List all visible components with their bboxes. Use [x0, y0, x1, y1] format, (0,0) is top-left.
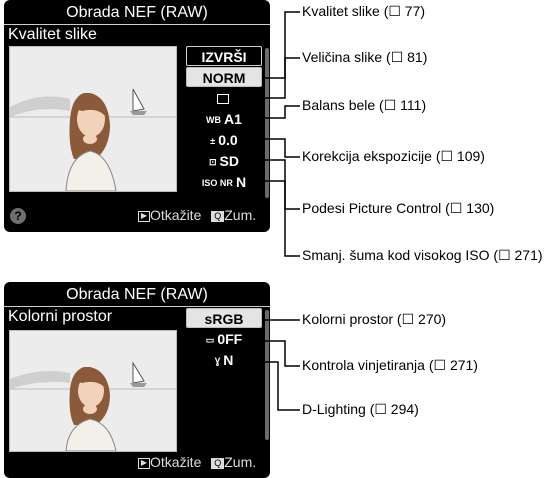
annotation-exposure-comp: Korekcija ekspozicije (☐ 109) [302, 148, 485, 164]
annotation-white-balance: Balans bele (☐ 111) [302, 97, 427, 113]
annotation-high-iso-nr: Smanj. šuma kod visokog ISO (☐ 271) [302, 247, 543, 263]
annotation-vignette-control: Kontrola vinjetiranja (☐ 271) [302, 357, 478, 373]
leader-lines [262, 11, 300, 411]
annotation-picture-control: Podesi Picture Control (☐ 130) [302, 200, 495, 216]
annotation-color-space: Kolorni prostor (☐ 270) [302, 311, 447, 327]
annotation-image-size: Veličina slike (☐ 81) [302, 49, 428, 65]
annotation-image-quality: Kvalitet slike (☐ 77) [302, 3, 426, 19]
annotation-d-lighting: D-Lighting (☐ 294) [302, 401, 419, 417]
